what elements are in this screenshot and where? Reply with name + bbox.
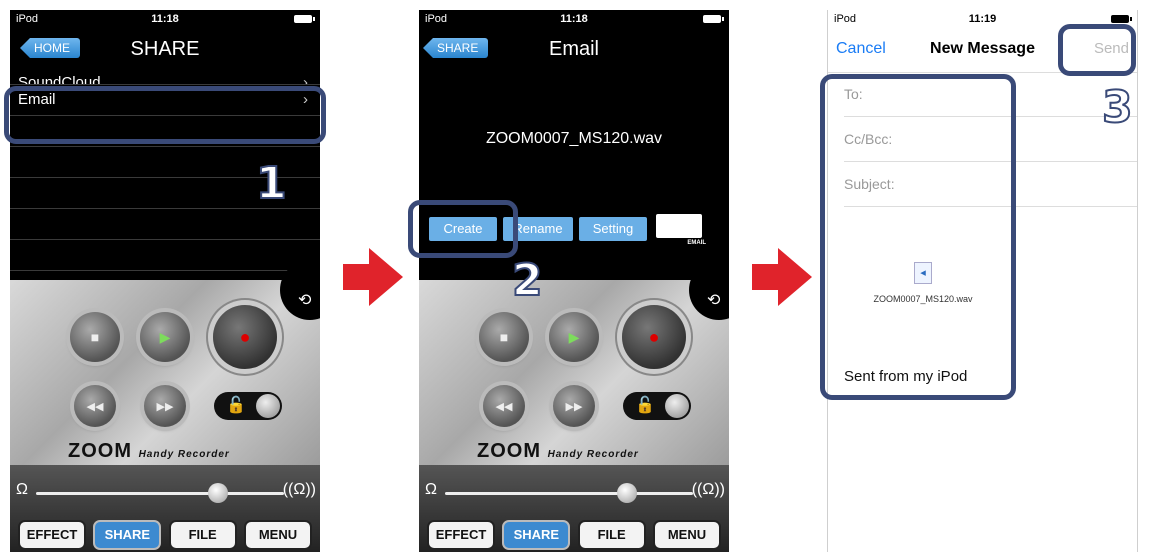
rewind-button[interactable]: ◀◀ (74, 385, 116, 427)
zoom-logo: ZOOM Handy Recorder (68, 440, 230, 463)
tab-share[interactable]: SHARE (502, 520, 571, 550)
brand-subtitle: Handy Recorder (138, 449, 230, 460)
rewind-button[interactable]: ◀◀ (483, 385, 525, 427)
page-title: SHARE (130, 38, 200, 60)
headphone-icon: Ω (16, 481, 28, 498)
rewind-icon: ◀◀ (495, 400, 513, 413)
headphone-icon: Ω (425, 481, 437, 498)
fast-forward-button[interactable]: ▶▶ (553, 385, 595, 427)
volume-slider[interactable] (36, 483, 284, 503)
stop-icon: ■ (90, 329, 100, 345)
toggle-knob (665, 394, 689, 418)
bottom-bar: Ω ((Ω)) EFFECT SHARE FILE MENU (10, 465, 320, 552)
tab-menu[interactable]: MENU (652, 520, 721, 550)
play-button[interactable]: ▶ (549, 312, 599, 362)
fast-forward-button[interactable]: ▶▶ (144, 385, 186, 427)
tab-file[interactable]: FILE (577, 520, 646, 550)
slider-thumb[interactable] (208, 483, 228, 503)
phone-email-screen: iPod 11:18 SHARE Email ZOOM0007_MS120.wa… (419, 10, 729, 552)
list-item-label: SoundCloud (18, 74, 101, 85)
fast-forward-icon: ▶▶ (565, 400, 583, 413)
file-name: ZOOM0007_MS120.wav (485, 130, 663, 147)
step-number-2: 2 (511, 254, 544, 307)
zoom-logo: ZOOM Handy Recorder (477, 440, 639, 463)
status-time: 11:18 (151, 13, 179, 25)
callout-message-body (820, 74, 1016, 400)
headphone-loud-icon: ((Ω)) (691, 481, 725, 498)
list-item (10, 240, 320, 271)
play-icon: ▶ (568, 328, 580, 345)
callout-create-button (408, 200, 518, 258)
play-button[interactable]: ▶ (140, 312, 190, 362)
tab-effect[interactable]: EFFECT (427, 520, 495, 550)
lock-icon: 🔓 (226, 397, 246, 414)
record-icon: ● (239, 326, 251, 347)
record-button[interactable]: ● (622, 305, 686, 369)
volume-slider[interactable] (445, 483, 693, 503)
headphone-loud-icon: ((Ω)) (282, 481, 316, 498)
tab-share[interactable]: SHARE (93, 520, 162, 550)
nav-bar: SHARE Email (419, 28, 729, 70)
fast-forward-icon: ▶▶ (156, 400, 174, 413)
nav-bar: HOME SHARE (10, 28, 320, 70)
tab-bar: EFFECT SHARE FILE MENU (18, 520, 312, 550)
callout-send-button (1058, 24, 1136, 76)
status-time: 11:18 (560, 13, 588, 25)
brand-name: ZOOM (68, 440, 132, 462)
email-icon[interactable]: EMAIL (656, 214, 706, 254)
battery-icon (703, 15, 724, 23)
stop-icon: ■ (499, 329, 509, 345)
step-number-1: 1 (255, 157, 288, 210)
email-icon-label: EMAIL (687, 240, 706, 246)
setting-button[interactable]: Setting (579, 217, 647, 241)
lock-toggle[interactable]: 🔓 (623, 392, 691, 420)
lock-toggle[interactable]: 🔓 (214, 392, 282, 420)
lock-icon: 🔓 (635, 397, 655, 414)
play-icon: ▶ (159, 328, 171, 345)
brand-subtitle: Handy Recorder (547, 449, 639, 460)
arrow-right-icon (343, 248, 405, 306)
slider-thumb[interactable] (617, 483, 637, 503)
bottom-bar: Ω ((Ω)) EFFECT SHARE FILE MENU (419, 465, 729, 552)
recorder-panel: ⟲ ■ ▶ ● ◀◀ ▶▶ 🔓 ZOOM Handy Recorder (10, 260, 320, 465)
chevron-right-icon: › (303, 74, 308, 85)
tab-menu[interactable]: MENU (243, 520, 312, 550)
rotate-icon: ⟲ (707, 292, 721, 309)
record-button[interactable]: ● (213, 305, 277, 369)
brand-name: ZOOM (477, 440, 541, 462)
status-bar: iPod 11:18 (10, 10, 320, 28)
toggle-knob (256, 394, 280, 418)
stop-button[interactable]: ■ (479, 312, 529, 362)
tab-effect[interactable]: EFFECT (18, 520, 86, 550)
stop-button[interactable]: ■ (70, 312, 120, 362)
rotate-icon: ⟲ (298, 292, 312, 309)
callout-email-row (4, 86, 326, 144)
page-title: Email (548, 38, 599, 60)
arrow-right-icon (752, 248, 814, 306)
rotate-icon-button[interactable]: ⟲ (689, 260, 729, 320)
step-number-3: 3 (1101, 81, 1134, 134)
list-item (10, 209, 320, 240)
recorder-panel: ⟲ ■ ▶ ● ◀◀ ▶▶ 🔓 ZOOM Handy Recorder (419, 260, 729, 465)
rewind-icon: ◀◀ (86, 400, 104, 413)
envelope-icon (656, 214, 702, 238)
battery-icon (1111, 15, 1132, 23)
list-item-soundcloud[interactable]: SoundCloud › (10, 70, 320, 85)
tab-file[interactable]: FILE (168, 520, 237, 550)
record-icon: ● (648, 326, 660, 347)
battery-icon (294, 15, 315, 23)
tab-bar: EFFECT SHARE FILE MENU (427, 520, 721, 550)
status-bar: iPod 11:18 (419, 10, 729, 28)
